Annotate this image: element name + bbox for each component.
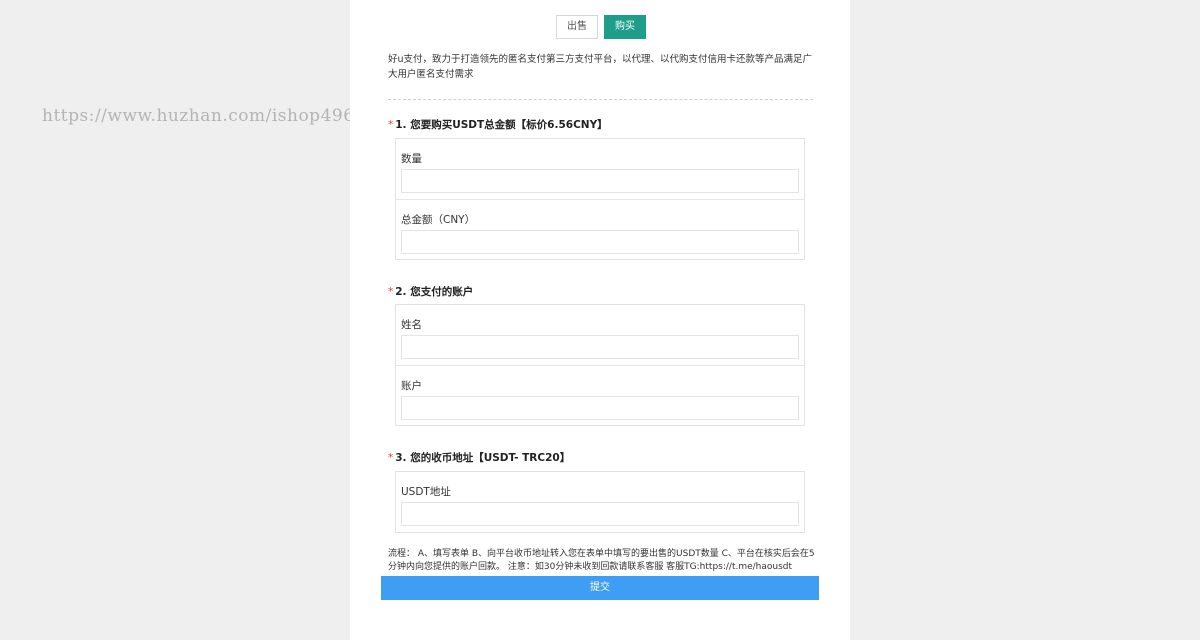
divider bbox=[388, 99, 813, 100]
required-mark: * bbox=[388, 452, 394, 464]
required-mark: * bbox=[388, 286, 394, 298]
account-label: 账户 bbox=[401, 380, 422, 392]
intro-text: 好u支付，致力于打造领先的匿名支付第三方支付平台，以代理、以代购支付信用卡还款等… bbox=[388, 54, 813, 80]
question-3-text: 3. 您的收币地址【USDT- TRC20】 bbox=[395, 452, 571, 464]
quantity-field: 数量 bbox=[396, 139, 804, 199]
usdt-address-field: USDT地址 bbox=[396, 472, 804, 532]
question-2-title: * 2. 您支付的账户 bbox=[388, 284, 473, 299]
question-1-title: * 1. 您要购买USDT总金额【标价6.56CNY】 bbox=[388, 117, 608, 132]
question-3-group: USDT地址 bbox=[395, 471, 805, 533]
question-2-group: 姓名 账户 bbox=[395, 304, 805, 426]
account-field: 账户 bbox=[396, 365, 804, 425]
quantity-label: 数量 bbox=[401, 153, 422, 165]
process-note: 流程： A、填写表单 B、向平台收币地址转入您在表单中填写的要出售的USDT数量… bbox=[388, 549, 815, 572]
account-input[interactable] bbox=[401, 396, 799, 420]
total-amount-input[interactable] bbox=[401, 230, 799, 254]
question-1-group: 数量 总金额（CNY） bbox=[395, 138, 805, 260]
total-amount-label: 总金额（CNY） bbox=[401, 214, 476, 226]
watermark-text: https://www.huzhan.com/ishop49695 bbox=[42, 106, 378, 126]
question-2-text: 2. 您支付的账户 bbox=[395, 286, 474, 298]
total-amount-field: 总金额（CNY） bbox=[396, 199, 804, 259]
mode-toggle: 出售 购买 bbox=[556, 15, 646, 39]
submit-button[interactable]: 提交 bbox=[381, 576, 819, 600]
required-mark: * bbox=[388, 119, 394, 131]
name-label: 姓名 bbox=[401, 319, 422, 331]
usdt-address-input[interactable] bbox=[401, 502, 799, 526]
question-1-text: 1. 您要购买USDT总金额【标价6.56CNY】 bbox=[395, 119, 608, 131]
name-field: 姓名 bbox=[396, 305, 804, 365]
buy-button[interactable]: 购买 bbox=[604, 15, 646, 39]
usdt-address-label: USDT地址 bbox=[401, 486, 451, 498]
name-input[interactable] bbox=[401, 335, 799, 359]
form-panel: 出售 购买 好u支付，致力于打造领先的匿名支付第三方支付平台，以代理、以代购支付… bbox=[350, 0, 850, 640]
question-3-title: * 3. 您的收币地址【USDT- TRC20】 bbox=[388, 450, 570, 465]
quantity-input[interactable] bbox=[401, 169, 799, 193]
sell-button[interactable]: 出售 bbox=[556, 15, 598, 39]
